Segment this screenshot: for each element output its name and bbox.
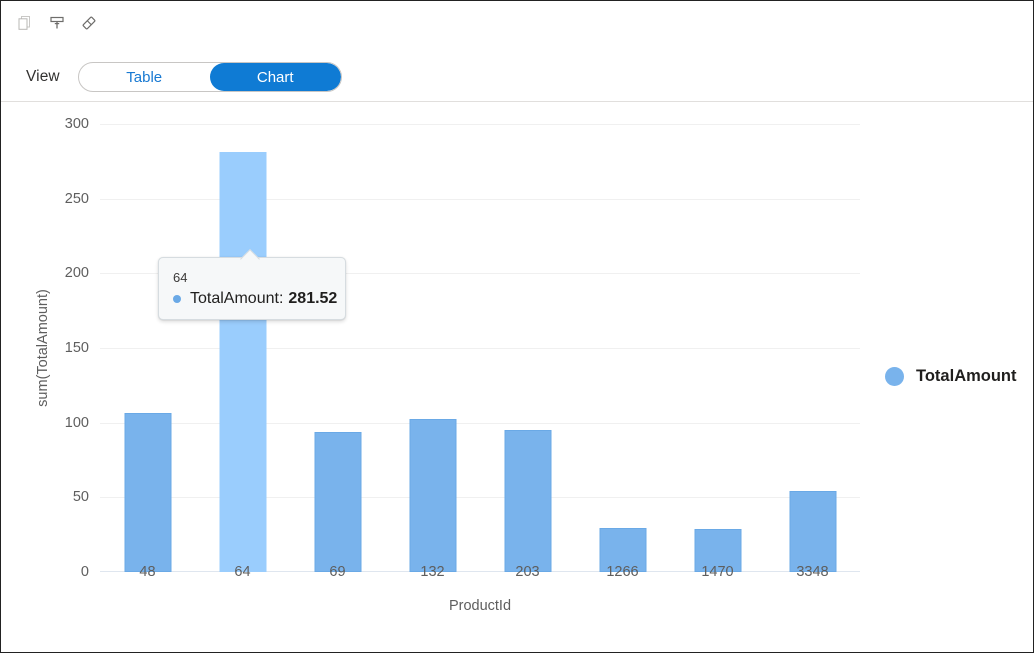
x-tick: 69 [329, 564, 346, 580]
y-axis-ticks: 300 250 200 150 100 50 0 [31, 116, 89, 580]
bar-slot [385, 124, 480, 572]
copy-button[interactable] [10, 8, 40, 38]
bar[interactable] [314, 432, 361, 572]
bar-slot [100, 124, 195, 572]
tooltip-series-name: TotalAmount [190, 290, 279, 307]
x-tick: 203 [515, 564, 540, 580]
view-toggle-table[interactable]: Table [79, 63, 210, 91]
bar[interactable] [219, 151, 266, 572]
tooltip-value: 281.52 [288, 290, 338, 307]
view-toggle-chart[interactable]: Chart [209, 63, 341, 91]
eraser-icon [80, 14, 98, 32]
legend-item-label: TotalAmount [916, 367, 1017, 385]
x-tick: 48 [139, 564, 156, 580]
tooltip-header: 64 [173, 270, 188, 285]
y-tick: 100 [64, 414, 89, 431]
y-tick: 150 [64, 340, 89, 356]
bar[interactable] [409, 418, 456, 572]
legend-color-swatch [885, 367, 904, 386]
tooltip-row: TotalAmount : 281.52 [173, 290, 337, 308]
clear-button[interactable] [74, 8, 104, 38]
bar-slot [670, 124, 765, 572]
plot-region [100, 124, 860, 572]
bar[interactable] [124, 412, 171, 572]
toolbar [1, 1, 1033, 45]
view-toggle[interactable]: Table Chart [77, 62, 342, 92]
view-switch-row: View Table Chart [1, 53, 1033, 101]
y-tick: 300 [64, 116, 89, 132]
y-tick: 50 [72, 489, 89, 506]
query-result-panel: View Table Chart sum(TotalAmount) 300 25… [0, 0, 1034, 653]
x-tick: 3348 [796, 564, 829, 580]
bar-slot [480, 124, 575, 572]
x-tick: 64 [234, 564, 251, 580]
bar[interactable] [504, 430, 551, 572]
x-tick: 132 [420, 564, 445, 580]
bar-series [100, 124, 860, 572]
x-tick: 1470 [701, 564, 734, 580]
y-tick: 200 [64, 265, 89, 282]
tooltip-marker-icon [173, 295, 181, 303]
view-label: View [26, 68, 60, 85]
bar[interactable] [789, 490, 836, 572]
copy-icon [16, 14, 34, 32]
bar-slot [195, 124, 290, 572]
pin-button[interactable] [42, 8, 72, 38]
bar-slot [765, 124, 860, 572]
y-tick: 0 [80, 564, 89, 580]
tooltip-arrow [242, 249, 259, 259]
x-tick: 1266 [606, 564, 639, 580]
pin-icon [48, 14, 66, 32]
x-axis-label: ProductId [448, 598, 512, 614]
legend[interactable]: TotalAmount [885, 367, 1017, 386]
chart-area: sum(TotalAmount) 300 250 200 150 100 50 … [1, 102, 1033, 652]
bar-slot [575, 124, 670, 572]
tooltip-separator: : [278, 290, 284, 307]
y-tick: 250 [64, 190, 89, 207]
bar-slot [290, 124, 385, 572]
